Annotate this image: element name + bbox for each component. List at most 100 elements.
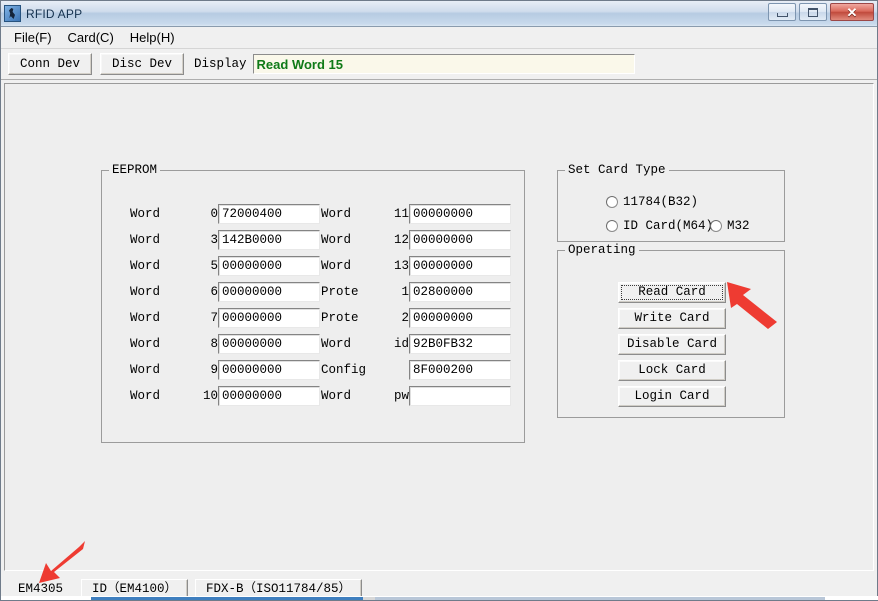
minimize-button[interactable] xyxy=(768,3,796,21)
close-button[interactable]: ✕ xyxy=(830,3,874,21)
field-row-word-7: Word 7 xyxy=(130,308,320,328)
operating-group: Operating Read Card Write Card Disable C… xyxy=(557,243,785,418)
close-icon: ✕ xyxy=(846,4,858,20)
field-label-index: 11 xyxy=(393,207,409,221)
menu-item-file[interactable]: File(F) xyxy=(7,29,61,47)
field-label-name: Word xyxy=(130,207,161,221)
field-label-name: Word xyxy=(130,259,161,273)
window-title: RFID APP xyxy=(26,6,83,21)
field-label-index: 13 xyxy=(393,259,409,273)
field-label-word-7: Word 7 xyxy=(130,311,218,325)
eeprom-group-title: EEPROM xyxy=(109,163,161,177)
input-word-10[interactable] xyxy=(218,386,320,406)
input-word-7[interactable] xyxy=(218,308,320,328)
field-label-word-11: Word 11 xyxy=(321,207,409,221)
eeprom-group: EEPROM Word 0 Word 3 Word 5 xyxy=(101,163,525,443)
field-label-name: Word xyxy=(321,259,352,273)
field-label-word-10: Word 10 xyxy=(130,389,218,403)
field-row-word-9: Word 9 xyxy=(130,360,320,380)
field-row-word-3: Word 3 xyxy=(130,230,320,250)
field-label-name: Word xyxy=(130,311,161,325)
input-word-id[interactable] xyxy=(409,334,511,354)
radio-label: ID Card(M64) xyxy=(623,219,714,233)
field-row-prote-2: Prote 2 xyxy=(321,308,511,328)
radio-id-card-m64[interactable]: ID Card(M64) xyxy=(606,219,713,233)
set-card-type-group: Set Card Type 11784(B32) ID Card(M64) M3… xyxy=(557,163,785,242)
write-card-button[interactable]: Write Card xyxy=(618,308,726,329)
field-label-name: Word xyxy=(130,363,161,377)
field-label-name: Prote xyxy=(321,285,359,299)
radio-m32[interactable]: M32 xyxy=(710,219,750,233)
radio-label: 11784(B32) xyxy=(623,195,699,209)
input-word-8[interactable] xyxy=(218,334,320,354)
taskbar-segment-2 xyxy=(363,597,375,600)
field-row-word-pw: Word pw xyxy=(321,386,511,406)
minimize-icon xyxy=(776,12,788,17)
disc-dev-button[interactable]: Disc Dev xyxy=(100,53,185,75)
field-row-word-11: Word 11 xyxy=(321,204,511,224)
maximize-button[interactable] xyxy=(799,3,827,21)
field-label-index: 12 xyxy=(393,233,409,247)
taskbar-segment-3 xyxy=(375,597,825,600)
field-label-index: 2 xyxy=(401,311,409,325)
login-card-button[interactable]: Login Card xyxy=(618,386,726,407)
field-label-index: id xyxy=(393,337,409,351)
field-label-index: 8 xyxy=(210,337,218,351)
radio-icon xyxy=(710,220,722,232)
field-label-name: Word xyxy=(130,337,161,351)
radio-11784-b32[interactable]: 11784(B32) xyxy=(606,195,698,209)
input-word-6[interactable] xyxy=(218,282,320,302)
input-word-9[interactable] xyxy=(218,360,320,380)
menu-item-help[interactable]: Help(H) xyxy=(123,29,184,47)
field-label-index: 3 xyxy=(210,233,218,247)
field-label-config: Config xyxy=(321,363,367,377)
title-bar: RFID APP ✕ xyxy=(1,1,877,27)
field-row-word-13: Word 13 xyxy=(321,256,511,276)
field-label-index: 5 xyxy=(210,259,218,273)
display-status-field: Read Word 15 xyxy=(252,54,635,74)
input-word-12[interactable] xyxy=(409,230,511,250)
field-label-name: Prote xyxy=(321,311,359,325)
input-word-0[interactable] xyxy=(218,204,320,224)
input-config[interactable] xyxy=(409,360,511,380)
client-area: EEPROM Word 0 Word 3 Word 5 xyxy=(4,83,874,571)
taskbar-strip xyxy=(1,596,878,600)
conn-dev-button[interactable]: Conn Dev xyxy=(8,53,93,75)
input-word-pw[interactable] xyxy=(409,386,511,406)
field-row-word-6: Word 6 xyxy=(130,282,320,302)
input-word-11[interactable] xyxy=(409,204,511,224)
field-label-name: Word xyxy=(321,337,352,351)
radio-icon xyxy=(606,196,618,208)
field-label-name: Word xyxy=(321,233,352,247)
field-label-word-0: Word 0 xyxy=(130,207,218,221)
field-label-word-id: Word id xyxy=(321,337,409,351)
field-row-config: Config xyxy=(321,360,511,380)
caption-buttons: ✕ xyxy=(768,3,874,21)
field-label-word-6: Word 6 xyxy=(130,285,218,299)
application-window: RFID APP ✕ File(F) Card(C) Help(H) Conn … xyxy=(0,0,878,601)
field-label-word-9: Word 9 xyxy=(130,363,218,377)
taskbar-segment-1 xyxy=(91,597,363,600)
field-row-word-8: Word 8 xyxy=(130,334,320,354)
field-label-word-3: Word 3 xyxy=(130,233,218,247)
input-word-3[interactable] xyxy=(218,230,320,250)
field-label-word-13: Word 13 xyxy=(321,259,409,273)
field-label-word-12: Word 12 xyxy=(321,233,409,247)
input-word-5[interactable] xyxy=(218,256,320,276)
field-label-index: 7 xyxy=(210,311,218,325)
field-row-word-10: Word 10 xyxy=(130,386,320,406)
field-label-word-5: Word 5 xyxy=(130,259,218,273)
field-label-index: 10 xyxy=(202,389,218,403)
input-word-13[interactable] xyxy=(409,256,511,276)
lock-card-button[interactable]: Lock Card xyxy=(618,360,726,381)
input-prote-1[interactable] xyxy=(409,282,511,302)
menu-item-card[interactable]: Card(C) xyxy=(61,29,123,47)
input-prote-2[interactable] xyxy=(409,308,511,328)
read-card-button[interactable]: Read Card xyxy=(618,282,726,303)
field-label-prote-2: Prote 2 xyxy=(321,311,409,325)
field-row-word-0: Word 0 xyxy=(130,204,320,224)
field-label-index: pw xyxy=(393,389,409,403)
disable-card-button[interactable]: Disable Card xyxy=(618,334,726,355)
field-label-name: Word xyxy=(130,233,161,247)
field-row-prote-1: Prote 1 xyxy=(321,282,511,302)
